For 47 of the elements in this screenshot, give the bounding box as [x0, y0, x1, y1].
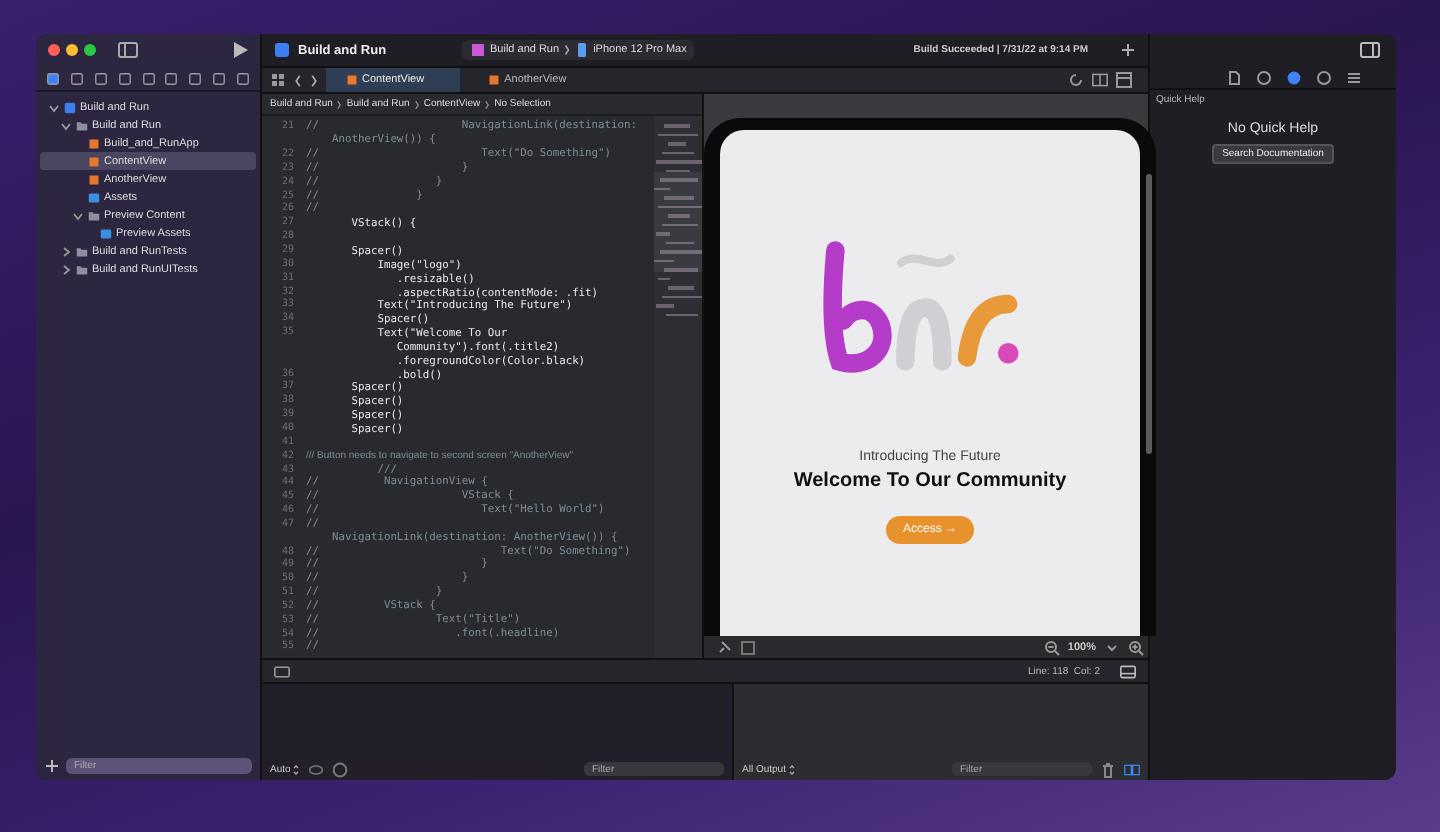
- panel-toggle-icon[interactable]: [1120, 663, 1136, 679]
- attributes-icon[interactable]: [1345, 69, 1361, 85]
- disclosure-icon[interactable]: [48, 101, 60, 113]
- preview-title: Welcome To Our Community: [793, 470, 1067, 492]
- device-icon: [573, 42, 590, 58]
- grid-icon[interactable]: [270, 72, 286, 88]
- debug-area-icon[interactable]: [274, 663, 290, 679]
- chevron-updown-icon[interactable]: [787, 761, 796, 777]
- editor-options-icon[interactable]: [1116, 72, 1132, 88]
- inspector-toggle-icon[interactable]: [1360, 42, 1380, 58]
- chevron-right-icon: [413, 99, 420, 109]
- chevron-right-icon: [336, 99, 343, 109]
- project-icon: [274, 42, 290, 58]
- folder-icon: [88, 209, 100, 221]
- chevron-right-icon: [563, 44, 570, 56]
- project-icon: [64, 101, 76, 113]
- app-icon: [470, 42, 486, 58]
- disclosure-icon[interactable]: [60, 245, 72, 257]
- split-editor-icon[interactable]: [1092, 72, 1108, 88]
- asset-catalog-icon: [88, 191, 100, 203]
- forward-icon[interactable]: [310, 73, 318, 87]
- swift-file-icon: [488, 74, 501, 86]
- zoom-out-icon[interactable]: [1043, 639, 1060, 655]
- grid-icon[interactable]: [740, 639, 756, 655]
- folder-icon: [76, 119, 88, 131]
- trash-icon[interactable]: [1100, 761, 1116, 777]
- disclosure-icon[interactable]: [72, 209, 84, 221]
- chevron-right-icon: [484, 99, 491, 109]
- add-icon[interactable]: [44, 758, 60, 774]
- split-view-icon[interactable]: [1124, 761, 1140, 777]
- minimize-button[interactable]: [66, 44, 78, 56]
- disclosure-icon[interactable]: [60, 263, 72, 275]
- back-icon[interactable]: [294, 73, 302, 87]
- help-icon[interactable]: [1285, 69, 1301, 85]
- zoom-button[interactable]: [84, 44, 96, 56]
- asset-catalog-icon: [100, 227, 112, 239]
- close-button[interactable]: [48, 44, 60, 56]
- disclosure-icon[interactable]: [60, 119, 72, 131]
- add-icon[interactable]: [1120, 42, 1136, 58]
- swift-file-icon: [346, 74, 358, 86]
- chevron-updown-icon[interactable]: [292, 761, 301, 777]
- refresh-icon[interactable]: [1068, 72, 1084, 88]
- chevron-down-icon[interactable]: [1104, 639, 1120, 655]
- run-icon[interactable]: [232, 42, 248, 58]
- sidebar-toggle-icon[interactable]: [118, 42, 138, 58]
- zoom-in-icon[interactable]: [1128, 639, 1144, 655]
- file-icon[interactable]: [1225, 69, 1241, 85]
